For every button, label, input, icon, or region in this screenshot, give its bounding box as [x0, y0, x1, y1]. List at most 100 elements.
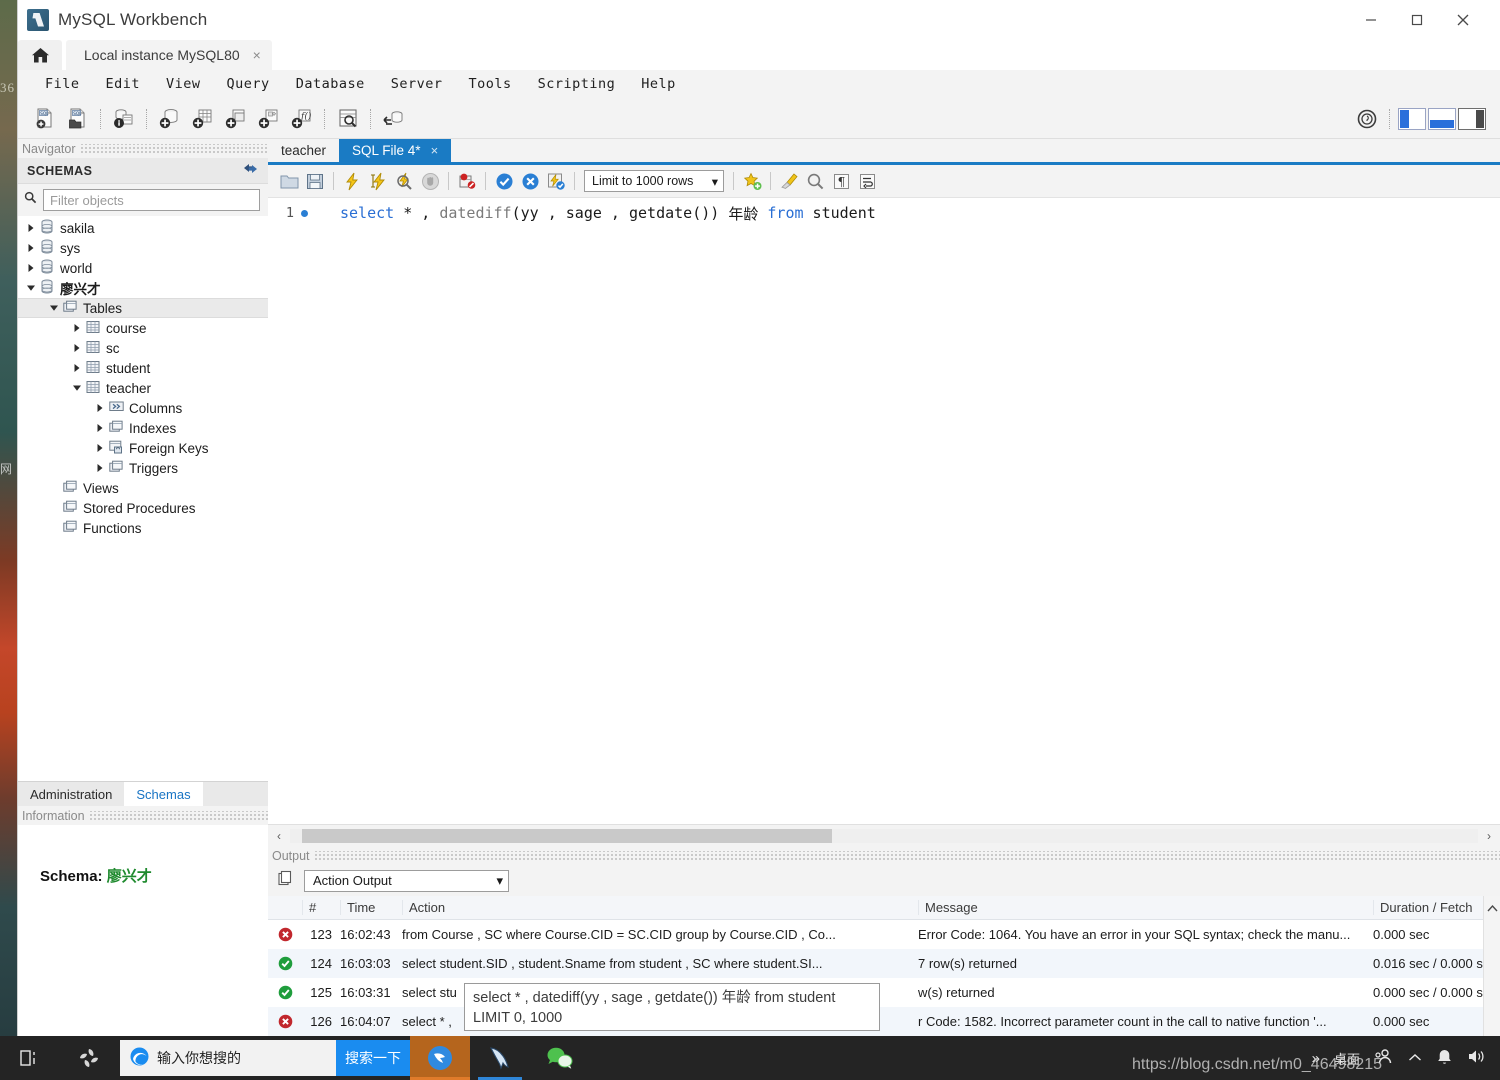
taskbar-app-mysql-workbench[interactable]: [470, 1036, 530, 1080]
output-scrollbar[interactable]: [1483, 896, 1500, 1036]
tree-item-student[interactable]: student: [18, 358, 268, 378]
create-schema-icon[interactable]: [154, 104, 185, 134]
tree-item-columns[interactable]: Columns: [18, 398, 268, 418]
tab-teacher[interactable]: teacher: [268, 139, 339, 162]
menu-edit[interactable]: Edit: [93, 73, 154, 95]
chevron-right-icon[interactable]: [93, 403, 107, 413]
new-sql-tab-icon[interactable]: SQL: [29, 104, 60, 134]
menu-tools[interactable]: Tools: [456, 73, 525, 95]
tree-item-functions[interactable]: Functions: [18, 518, 268, 538]
reconnect-server-icon[interactable]: [378, 104, 409, 134]
refresh-icon[interactable]: [243, 162, 258, 180]
tree-item-world[interactable]: world: [18, 258, 268, 278]
tab-local-instance-mysql80[interactable]: Local instance MySQL80 ×: [66, 40, 272, 70]
menu-view[interactable]: View: [153, 73, 214, 95]
notification-icon[interactable]: [1436, 1048, 1453, 1069]
output-row[interactable]: 124 16:03:03 select student.SID , student.…: [268, 949, 1500, 978]
chevron-right-icon[interactable]: [70, 323, 84, 333]
menu-scripting[interactable]: Scripting: [525, 73, 629, 95]
peach-browser-icon[interactable]: [60, 1046, 118, 1070]
output-mode-dropdown[interactable]: Action Output ▾: [304, 869, 509, 892]
tree-item-triggers[interactable]: Triggers: [18, 458, 268, 478]
close-button[interactable]: [1440, 0, 1486, 39]
scroll-up-icon[interactable]: [1486, 900, 1498, 1036]
task-view-icon[interactable]: [0, 1048, 60, 1068]
chevron-right-icon[interactable]: [24, 263, 38, 273]
sql-code-editor[interactable]: 1 select * , datediff (yy , sage , getda…: [268, 197, 1500, 824]
menu-help[interactable]: Help: [628, 73, 689, 95]
tree-item-views[interactable]: Views: [18, 478, 268, 498]
filter-objects-input[interactable]: Filter objects: [43, 189, 260, 211]
save-file-icon[interactable]: [302, 169, 328, 193]
find-icon[interactable]: [802, 169, 828, 193]
output-row[interactable]: 123 16:02:43 from Course , SC where Course…: [268, 920, 1500, 949]
chevron-right-icon[interactable]: [70, 343, 84, 353]
toggle-stop-on-error-icon[interactable]: [454, 169, 480, 193]
open-sql-script-icon[interactable]: SQL: [62, 104, 93, 134]
toggle-output-icon[interactable]: [1428, 108, 1456, 130]
column-header[interactable]: #: [302, 900, 340, 915]
create-function-icon[interactable]: f(): [286, 104, 317, 134]
chevron-right-icon[interactable]: [93, 443, 107, 453]
tab-schemas[interactable]: Schemas: [124, 782, 203, 806]
execute-current-statement-icon[interactable]: [365, 169, 391, 193]
search-submit-button[interactable]: 搜索一下: [336, 1040, 410, 1076]
search-input[interactable]: 输入你想搜的: [120, 1040, 336, 1076]
editor-horizontal-scrollbar[interactable]: ‹ ›: [268, 824, 1500, 846]
home-tab[interactable]: [18, 40, 62, 70]
chevron-right-icon[interactable]: [24, 243, 38, 253]
commit-icon[interactable]: [491, 169, 517, 193]
tree-item-indexes[interactable]: Indexes: [18, 418, 268, 438]
explain-statement-icon[interactable]: [391, 169, 417, 193]
create-procedure-icon[interactable]: [253, 104, 284, 134]
scroll-track[interactable]: [290, 828, 1478, 843]
help-icon[interactable]: [1351, 104, 1382, 134]
toggle-sidebar-icon[interactable]: [1398, 108, 1426, 130]
taskbar-app-dingtalk[interactable]: [410, 1036, 470, 1080]
output-pages-icon[interactable]: [278, 870, 295, 892]
close-icon[interactable]: ×: [253, 48, 261, 62]
menu-server[interactable]: Server: [378, 73, 456, 95]
column-header[interactable]: Message: [918, 900, 1373, 915]
tree-item-stored-procedures[interactable]: Stored Procedures: [18, 498, 268, 518]
tree-item-sys[interactable]: sys: [18, 238, 268, 258]
search-data-icon[interactable]: [332, 104, 363, 134]
volume-icon[interactable]: [1467, 1048, 1486, 1068]
menu-query[interactable]: Query: [214, 73, 283, 95]
chevron-down-icon[interactable]: [70, 384, 84, 392]
column-header[interactable]: Duration / Fetch: [1373, 900, 1500, 915]
open-file-icon[interactable]: [276, 169, 302, 193]
maximize-button[interactable]: [1394, 0, 1440, 39]
toggle-word-wrap-icon[interactable]: [854, 169, 880, 193]
chevron-down-icon[interactable]: [24, 284, 38, 292]
tree-item-course[interactable]: course: [18, 318, 268, 338]
rollback-icon[interactable]: [517, 169, 543, 193]
menu-database[interactable]: Database: [283, 73, 378, 95]
column-header[interactable]: Action: [402, 900, 918, 915]
tab-administration[interactable]: Administration: [18, 782, 124, 806]
toggle-invisible-chars-icon[interactable]: ¶: [828, 169, 854, 193]
minimize-button[interactable]: [1348, 0, 1394, 39]
close-icon[interactable]: ×: [431, 143, 439, 158]
tree-item-teacher[interactable]: teacher: [18, 378, 268, 398]
add-snippet-icon[interactable]: [739, 169, 765, 193]
chevron-down-icon[interactable]: [47, 304, 61, 312]
execute-statement-icon[interactable]: [339, 169, 365, 193]
create-table-icon[interactable]: [187, 104, 218, 134]
tree-item-sakila[interactable]: sakila: [18, 218, 268, 238]
tree-item-廖兴才[interactable]: 廖兴才: [18, 278, 268, 298]
tree-item-foreign-keys[interactable]: Foreign Keys: [18, 438, 268, 458]
beautify-query-icon[interactable]: [776, 169, 802, 193]
connection-info-icon[interactable]: [108, 104, 139, 134]
output-row[interactable]: 125 16:03:31 select stu w(s) returned 0.000 …: [268, 978, 1500, 1007]
taskbar-app-wechat[interactable]: [530, 1036, 590, 1080]
toggle-secondary-sidebar-icon[interactable]: [1458, 108, 1486, 130]
create-view-icon[interactable]: [220, 104, 251, 134]
stop-execution-icon[interactable]: [417, 169, 443, 193]
menu-file[interactable]: File: [32, 73, 93, 95]
output-row[interactable]: 126 16:04:07 select * ,r Code: 1582. Incor…: [268, 1007, 1500, 1036]
column-header[interactable]: Time: [340, 900, 402, 915]
scroll-right-icon[interactable]: ›: [1478, 829, 1500, 843]
row-limit-dropdown[interactable]: Limit to 1000 rows ▾: [584, 170, 724, 192]
chevron-up-icon[interactable]: [1408, 1051, 1422, 1066]
